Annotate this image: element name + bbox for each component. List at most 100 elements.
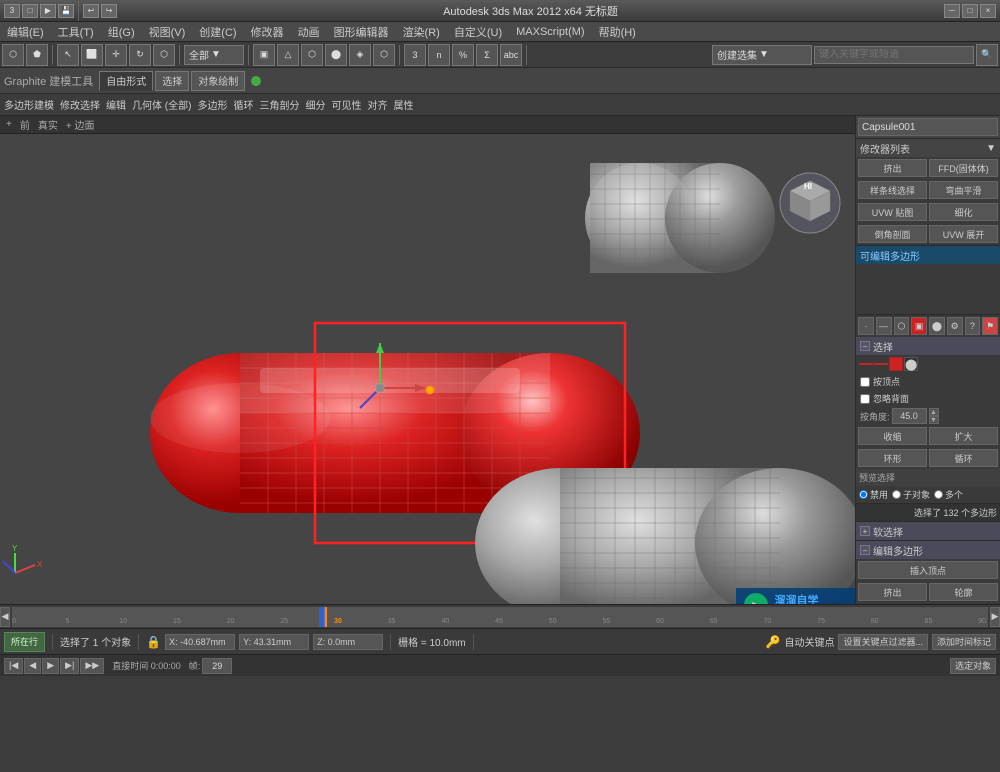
tab-object-paint[interactable]: 对象绘制 [191,71,245,91]
coord-y[interactable]: Y: 43.31mm [239,634,309,650]
search-box[interactable] [814,46,974,64]
prev-frame-btn[interactable]: ◀ [24,658,41,674]
loop-btn[interactable]: 循环 [929,449,998,467]
selection-header[interactable]: – 选择 [856,337,1000,355]
sub-tab-edit[interactable]: 编辑 [106,97,126,112]
all-dropdown[interactable]: 全部 ▼ [184,45,244,65]
angle-down[interactable]: ▼ [929,416,939,424]
toolbar-btn-6[interactable]: ⬤ [325,44,347,66]
select-btn[interactable]: ↖ [57,44,79,66]
btn-uvw[interactable]: UVW 贴图 [858,203,927,221]
extrude-btn2[interactable]: 挤出 [858,583,927,601]
menu-animation[interactable]: 动画 [295,24,323,40]
menu-edit[interactable]: 编辑(E) [4,24,47,40]
vp-label-edge[interactable]: + 边面 [66,117,95,132]
btn-bevel-profile[interactable]: 倒角剖面 [858,225,927,243]
selected-obj-btn[interactable]: 选定对象 [950,658,996,674]
radio-multi[interactable] [934,490,943,499]
sub-tab-polygon[interactable]: 多边形建模 [4,97,54,112]
btn-tessellate[interactable]: 细化 [929,203,998,221]
toolbar-btn-9[interactable]: 3 [404,44,426,66]
add-key-btn[interactable]: 添加时间标记 [932,634,996,650]
radio-disable[interactable] [859,490,868,499]
move-btn[interactable]: ✛ [105,44,127,66]
toolbar-btn-11[interactable]: % [452,44,474,66]
insert-vertex-btn[interactable]: 插入顶点 [858,561,998,579]
menu-create[interactable]: 创建(C) [196,24,239,40]
vertex-icon[interactable]: · [858,317,874,335]
search-btn[interactable]: 🔍 [976,44,998,66]
new-btn[interactable]: □ [22,4,38,18]
by-vertex-checkbox[interactable] [860,377,870,387]
editable-poly-header[interactable]: 可编辑多边形 [856,246,1000,264]
scale-btn[interactable]: ⬡ [153,44,175,66]
save-btn[interactable]: 💾 [58,4,74,18]
tab-freeform[interactable]: 自由形式 [99,71,153,91]
next-frame-btn[interactable]: ▶| [60,658,79,674]
border-icon[interactable]: ⬡ [894,317,910,335]
viewport[interactable]: + 前 真实 + 边面 [0,116,855,604]
flag-icon[interactable]: ⚑ [982,317,998,335]
play-btn[interactable]: ▶ [42,658,59,674]
element-icon[interactable]: ⬤ [929,317,945,335]
timeline-track[interactable]: 0 5 10 15 20 25 30 35 40 45 50 55 60 65 … [12,607,988,627]
open-btn[interactable]: ▶ [40,4,56,18]
radio-subobj[interactable] [892,490,901,499]
help-icon[interactable]: ? [965,317,981,335]
sub-tab-align[interactable]: 对齐 [367,97,387,112]
selection-collapse[interactable]: – [860,341,870,351]
angle-up[interactable]: ▲ [929,408,939,416]
selection-dropdown[interactable]: 创建选集 ▼ [712,45,812,65]
menu-view[interactable]: 视图(V) [146,24,189,40]
sub-tab-polygon2[interactable]: 多边形 [197,97,227,112]
sub-tab-modify-select[interactable]: 修改选择 [60,97,100,112]
coord-z[interactable]: Z: 0.0mm [313,634,383,650]
sub-tab-visibility[interactable]: 可见性 [331,97,361,112]
polygon-icon[interactable]: ▣ [911,317,927,335]
minimize-btn[interactable]: ─ [944,4,960,18]
toolbar-btn-8[interactable]: ⬡ [373,44,395,66]
sel-color-box[interactable] [889,357,903,371]
tab-select[interactable]: 选择 [155,71,189,91]
sel-icon2[interactable]: ⬤ [904,357,918,371]
object-name-input[interactable]: Capsule001 [858,118,998,136]
sub-tab-properties[interactable]: 属性 [393,97,413,112]
radio-subobj-label[interactable]: 子对象 [892,488,930,501]
play-end-btn[interactable]: ▶▶ [80,658,104,674]
shrink-btn[interactable]: 收缩 [858,427,927,445]
angle-spinbox[interactable]: 45.0 [892,408,927,424]
sub-tab-triangulation[interactable]: 三角剖分 [259,97,299,112]
menu-modifier[interactable]: 修改器 [248,24,287,40]
btn-ffd[interactable]: FFD(固体体) [929,159,998,177]
menu-group[interactable]: 组(G) [105,24,138,40]
btn-smooth[interactable]: 弯曲平滑 [929,181,998,199]
btn-extrude[interactable]: 挤出 [858,159,927,177]
redo-btn[interactable]: ↪ [101,4,117,18]
select-region-btn[interactable]: ⬜ [81,44,103,66]
sub-tab-loop[interactable]: 循环 [233,97,253,112]
toolbar-btn-7[interactable]: ◈ [349,44,371,66]
maximize-btn[interactable]: □ [962,4,978,18]
close-btn[interactable]: × [980,4,996,18]
expand-btn[interactable]: 扩大 [929,427,998,445]
toolbar-btn-12[interactable]: Σ [476,44,498,66]
edge-icon[interactable]: — [876,317,892,335]
soft-select-collapse[interactable]: + [860,526,870,536]
vp-label-plus[interactable]: + [6,119,12,130]
edit-poly-header[interactable]: – 编辑多边形 [856,541,1000,559]
btn-uvw-unwrap[interactable]: UVW 展开 [929,225,998,243]
rotate-btn[interactable]: ↻ [129,44,151,66]
coord-x[interactable]: X: -40.687mm [165,634,235,650]
menu-tools[interactable]: 工具(T) [55,24,97,40]
toolbar-btn-5[interactable]: ⬡ [301,44,323,66]
sub-tab-geometry[interactable]: 几何体 (全部) [132,97,191,112]
menu-graph-editor[interactable]: 图形编辑器 [331,24,392,40]
soft-select-header[interactable]: + 软选择 [856,522,1000,540]
toolbar-btn-10[interactable]: n [428,44,450,66]
menu-render[interactable]: 渲染(R) [400,24,443,40]
undo-btn[interactable]: ↩ [83,4,99,18]
outline-btn[interactable]: 轮廓 [929,583,998,601]
frame-input[interactable] [202,658,232,674]
radio-disable-label[interactable]: 禁用 [859,488,888,501]
vp-label-front[interactable]: 前 [20,117,30,132]
